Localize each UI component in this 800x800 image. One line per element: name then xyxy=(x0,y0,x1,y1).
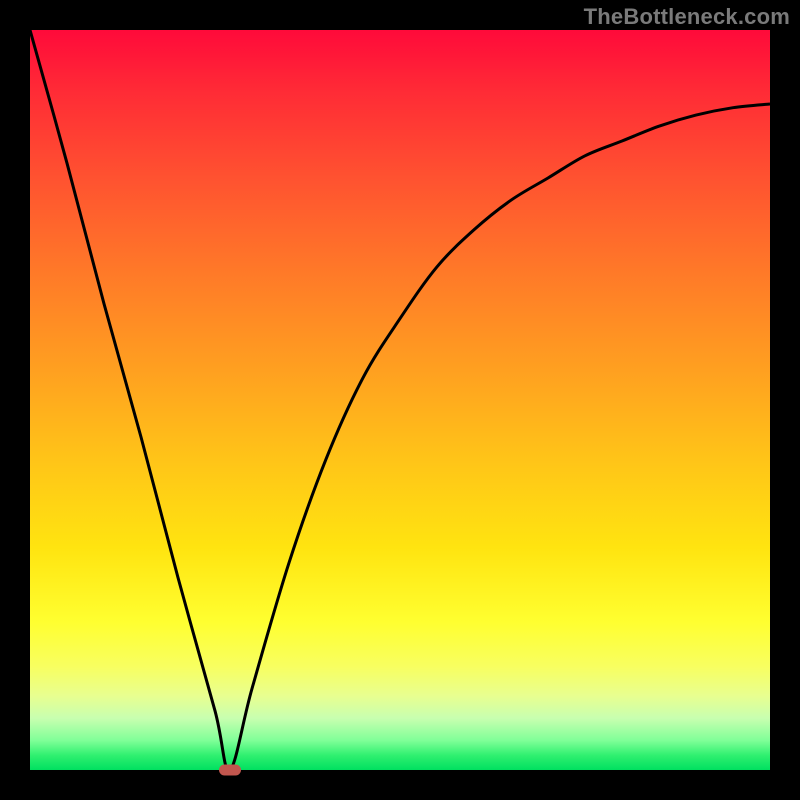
watermark-text: TheBottleneck.com xyxy=(584,4,790,30)
minimum-marker xyxy=(219,765,241,776)
bottleneck-curve xyxy=(30,30,770,770)
plot-area xyxy=(30,30,770,770)
chart-frame: TheBottleneck.com xyxy=(0,0,800,800)
curve-layer xyxy=(30,30,770,770)
